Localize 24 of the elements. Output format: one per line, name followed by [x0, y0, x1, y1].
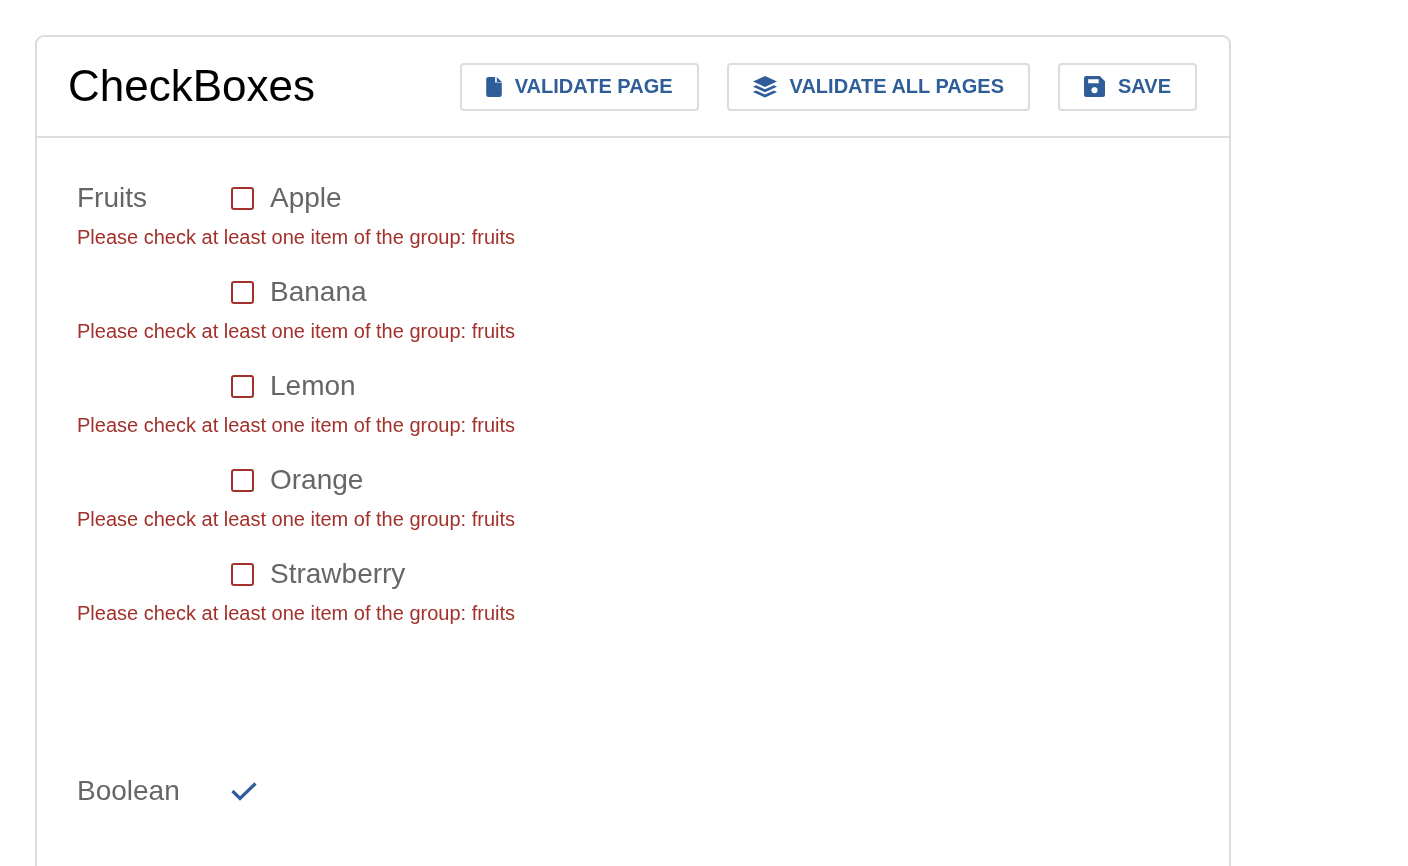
document-icon [485, 76, 502, 97]
error-message: Please check at least one item of the group: fruits [77, 225, 516, 249]
checkbox[interactable] [231, 468, 254, 492]
field-label: Boolean [77, 774, 180, 808]
validate-button[interactable]: VALIDATE PAGE [459, 62, 699, 111]
checkbox[interactable] [231, 280, 254, 304]
checkbox-label: Lemon [270, 369, 356, 403]
checkbox-label: Banana [270, 275, 367, 309]
checkbox-label: Strawberry [270, 557, 406, 591]
checkbox[interactable] [231, 562, 254, 586]
field-label: Fruits [77, 181, 147, 215]
layers-icon [752, 75, 777, 98]
checkmark-icon[interactable] [231, 781, 257, 801]
error-message: Please check at least one item of the group: fruits [77, 601, 516, 625]
error-message: Please check at least one item of the group: fruits [77, 413, 516, 437]
page-title: CheckBoxes [68, 63, 315, 110]
checkbox[interactable] [231, 374, 254, 398]
save-button[interactable]: SAVE [1058, 62, 1197, 111]
checkbox-label: Apple [270, 181, 342, 215]
checkbox-label: Orange [270, 463, 364, 497]
checkbox[interactable] [231, 186, 254, 210]
error-message: Please check at least one item of the group: fruits [77, 319, 516, 343]
validate-all-button[interactable]: VALIDATE ALL PAGES [726, 62, 1030, 111]
error-message: Please check at least one item of the group: fruits [77, 507, 516, 531]
